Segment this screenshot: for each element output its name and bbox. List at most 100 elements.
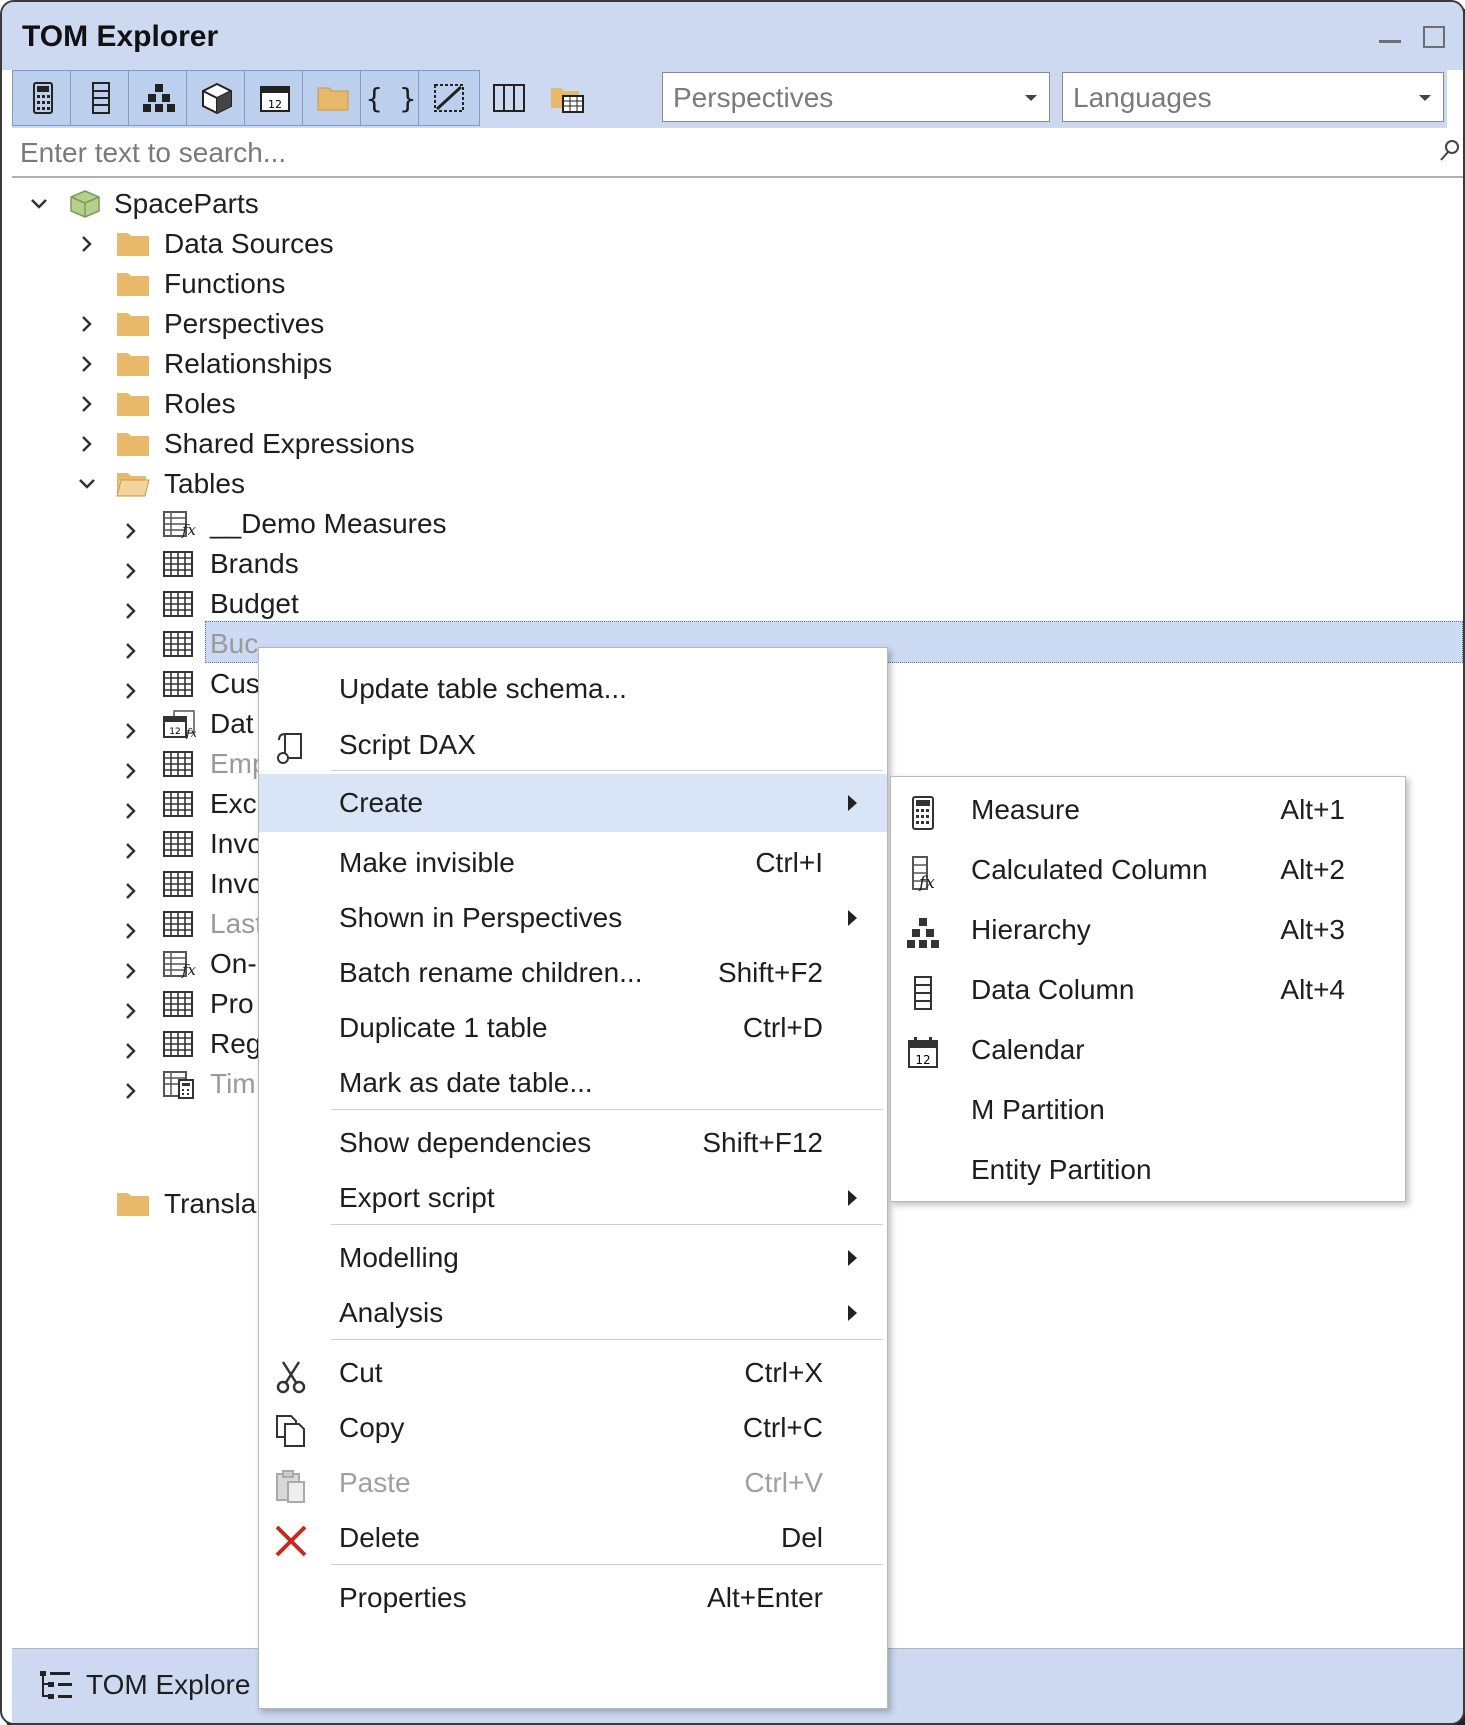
measure-table-icon: fx [162,509,197,539]
chevron-right-icon[interactable] [120,713,142,739]
braces-icon[interactable]: { } [360,70,422,126]
languages-dropdown[interactable]: Languages [1062,72,1444,122]
menu-item-shortcut: Ctrl+I [755,847,823,878]
chevron-down-icon[interactable] [28,193,50,215]
search-input[interactable] [20,136,1420,170]
chevron-right-icon[interactable] [76,393,98,415]
chevron-right-icon[interactable] [76,433,98,455]
tree-folder-data-sources[interactable]: Data Sources [76,224,576,264]
menu-item-mark-as-date-table[interactable]: Mark as date table... [259,1054,887,1112]
tree-node-label: Relationships [164,348,333,379]
tree-folder-shared-expressions[interactable]: Shared Expressions [76,424,576,464]
chevron-right-icon[interactable] [120,873,142,899]
tree-node-label: Functions [164,268,286,299]
menu-item-create[interactable]: Create [259,774,887,832]
search-icon[interactable] [1437,138,1461,168]
menu-item-modelling[interactable]: Modelling [259,1229,887,1287]
chevron-right-icon[interactable] [76,353,98,375]
scissors-icon [273,1356,309,1394]
chevron-right-icon[interactable] [120,553,142,579]
chevron-right-icon[interactable] [76,233,98,255]
menu-item-label: Batch rename children... [339,957,643,988]
menu-item-export-script[interactable]: Export script [259,1169,887,1227]
menu-item-delete[interactable]: Delete Del [259,1509,887,1567]
tree-node-label: Cus [210,668,260,699]
svg-text:12: 12 [268,98,282,111]
submenu-item-data-column[interactable]: Data Column Alt+4 [891,961,1405,1019]
submenu-item-hierarchy[interactable]: Hierarchy Alt+3 [891,901,1405,959]
tree-node-label: Brands [210,548,299,579]
chevron-right-icon[interactable] [76,313,98,335]
hierarchy-icon[interactable] [128,70,190,126]
calculator-icon[interactable] [12,70,74,126]
tree-table-row[interactable]: fx __Demo Measures [120,504,447,544]
chevron-right-icon[interactable] [120,1073,142,1099]
menu-item-shown-in-perspectives[interactable]: Shown in Perspectives [259,889,887,947]
chevron-right-icon[interactable] [120,673,142,699]
tree-folder-roles[interactable]: Roles [76,384,576,424]
perspectives-value: Perspectives [673,82,834,113]
chevron-right-icon[interactable] [120,913,142,939]
svg-text:12: 12 [169,727,180,737]
submenu-item-calculated-column[interactable]: fx Calculated Column Alt+2 [891,841,1405,899]
submenu-item-calendar[interactable]: 12 Calendar [891,1021,1405,1079]
chevron-right-icon[interactable] [120,833,142,859]
menu-item-paste[interactable]: Paste Ctrl+V [259,1454,887,1512]
submenu-item-m-partition[interactable]: M Partition [891,1081,1405,1139]
menu-item-label: Duplicate 1 table [339,1012,548,1043]
chevron-right-icon[interactable] [120,953,142,979]
folder-table-icon[interactable] [536,70,598,126]
tree-table-row[interactable]: Budget [120,584,1420,624]
menu-item-copy[interactable]: Copy Ctrl+C [259,1399,887,1457]
menu-item-shortcut: Alt+4 [1280,974,1345,1005]
tree-folder-functions[interactable]: Functions [76,264,576,304]
chevron-right-icon[interactable] [120,633,142,659]
folder-icon [117,393,149,416]
menu-item-make-invisible[interactable]: Make invisible Ctrl+I [259,834,887,892]
copy-icon [273,1411,309,1447]
window-title: TOM Explorer [22,20,219,53]
maximize-button[interactable] [1423,26,1445,48]
tree-folder-relationships[interactable]: Relationships [76,344,576,384]
table-icon [162,629,196,659]
columns-icon[interactable] [478,70,540,126]
menu-item-properties[interactable]: Properties Alt+Enter [259,1569,887,1627]
chevron-right-icon[interactable] [120,793,142,819]
chevron-right-icon[interactable] [120,593,142,619]
menu-item-duplicate-1-table[interactable]: Duplicate 1 table Ctrl+D [259,999,887,1057]
submenu-arrow-icon [848,1305,857,1321]
folder-icon [117,1193,149,1216]
menu-item-update-table-schema[interactable]: Update table schema... [259,660,887,718]
minimize-button[interactable] [1379,40,1401,43]
data-column-icon[interactable] [70,70,132,126]
tree-node-label: Buc [210,628,259,659]
chevron-right-icon[interactable] [120,1033,142,1059]
menu-item-cut[interactable]: Cut Ctrl+X [259,1344,887,1402]
folder-icon[interactable] [302,70,364,126]
menu-item-shortcut: Alt+2 [1280,854,1345,885]
tree-folder-tables[interactable]: Tables [76,464,576,504]
tab-tom-explorer[interactable]: TOM Explore [30,1657,250,1713]
submenu-item-entity-partition[interactable]: Entity Partition [891,1141,1405,1199]
menu-item-batch-rename-children[interactable]: Batch rename children... Shift+F2 [259,944,887,1002]
tree-node-root[interactable]: SpaceParts [28,184,628,224]
calendar-icon[interactable]: 12 [244,70,306,126]
perspectives-dropdown[interactable]: Perspectives [662,72,1050,122]
tree-folder-perspectives[interactable]: Perspectives [76,304,576,344]
chevron-right-icon[interactable] [120,993,142,1019]
tree-table-row[interactable]: Brands [120,544,360,584]
menu-item-show-dependencies[interactable]: Show dependencies Shift+F12 [259,1114,887,1172]
menu-item-label: Show dependencies [339,1127,592,1158]
chevron-right-icon[interactable] [120,513,142,539]
edit-diagonal-icon[interactable] [418,70,480,126]
menu-item-label: Properties [339,1582,467,1613]
calculated-column-icon: fx [905,853,941,893]
chevron-down-icon[interactable] [76,473,98,495]
chevron-right-icon[interactable] [120,753,142,779]
menu-item-analysis[interactable]: Analysis [259,1284,887,1342]
model-cube-icon[interactable] [186,70,248,126]
folder-icon [117,353,149,376]
submenu-item-measure[interactable]: Measure Alt+1 [891,781,1405,839]
menu-item-script-dax[interactable]: Script DAX [259,716,887,774]
tree-node-label: Roles [164,388,236,419]
